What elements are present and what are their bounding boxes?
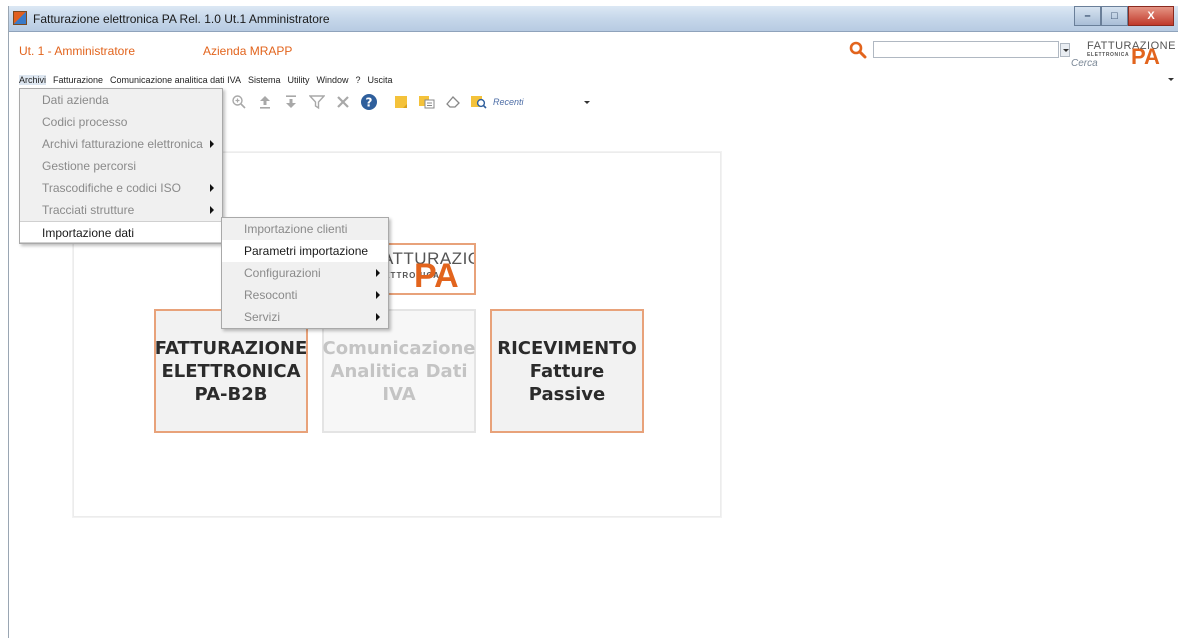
- notes-list-icon[interactable]: [417, 92, 437, 112]
- menu-uscita[interactable]: Uscita: [368, 75, 393, 85]
- submenu-arrow-icon: [376, 313, 380, 321]
- title-bar[interactable]: Fatturazione elettronica PA Rel. 1.0 Ut.…: [9, 6, 1178, 32]
- menu-item-servizi[interactable]: Servizi: [222, 306, 388, 328]
- menu-item-configurazioni[interactable]: Configurazioni: [222, 262, 388, 284]
- window-title: Fatturazione elettronica PA Rel. 1.0 Ut.…: [33, 12, 330, 26]
- menu-window[interactable]: Window: [316, 75, 348, 85]
- menu-item-codici-processo[interactable]: Codici processo: [20, 111, 222, 133]
- recent-chevron-down-icon[interactable]: [583, 100, 590, 104]
- zoom-in-icon[interactable]: [229, 92, 249, 112]
- menu-item-parametri-importazione[interactable]: Parametri importazione: [222, 240, 388, 262]
- importazione-submenu: Importazione clienti Parametri importazi…: [221, 217, 389, 329]
- app-icon: [13, 11, 27, 25]
- menu-sistema[interactable]: Sistema: [248, 75, 281, 85]
- menu-help[interactable]: ?: [355, 75, 360, 85]
- filter-icon[interactable]: [307, 92, 327, 112]
- user-label: Ut. 1 - Amministratore: [19, 44, 136, 58]
- note-icon[interactable]: [391, 92, 411, 112]
- move-top-icon[interactable]: [255, 92, 275, 112]
- menubar-chevron-down-icon[interactable]: [1168, 78, 1174, 81]
- archivi-menu: Dati azienda Codici processo Archivi fat…: [19, 88, 223, 244]
- maximize-button[interactable]: □: [1101, 6, 1128, 26]
- move-bottom-icon[interactable]: [281, 92, 301, 112]
- menu-bar: Archivi Fatturazione Comunicazione anali…: [9, 72, 1178, 88]
- menu-utility[interactable]: Utility: [287, 75, 309, 85]
- menu-item-trascodifiche[interactable]: Trascodifiche e codici ISO: [20, 177, 222, 199]
- submenu-arrow-icon: [210, 184, 214, 192]
- submenu-arrow-icon: [210, 206, 214, 214]
- brand-logo: FATTURAZIONE ELETTRONICA PA: [1087, 40, 1178, 72]
- help-icon[interactable]: ?: [359, 92, 379, 112]
- company-label: Azienda MRAPP: [203, 44, 293, 58]
- search-dropdown-button[interactable]: [1060, 43, 1070, 57]
- recent-label[interactable]: Recenti: [493, 97, 524, 107]
- center-logo-pa: PA: [414, 257, 459, 295]
- app-header: Ut. 1 - Amministratore Azienda MRAPP FAT…: [9, 32, 1178, 72]
- submenu-arrow-icon: [210, 140, 214, 148]
- eraser-icon[interactable]: [443, 92, 463, 112]
- menu-item-tracciati-strutture[interactable]: Tracciati strutture: [20, 199, 222, 221]
- close-button[interactable]: X: [1128, 6, 1174, 26]
- toolbar: ? Recenti: [229, 88, 590, 116]
- menu-item-gestione-percorsi[interactable]: Gestione percorsi: [20, 155, 222, 177]
- minimize-button[interactable]: –: [1074, 6, 1101, 26]
- application-window: Fatturazione elettronica PA Rel. 1.0 Ut.…: [8, 6, 1178, 638]
- clear-icon[interactable]: [333, 92, 353, 112]
- submenu-arrow-icon: [376, 269, 380, 277]
- search-icon[interactable]: [849, 41, 867, 59]
- menu-fatturazione[interactable]: Fatturazione: [53, 75, 103, 85]
- svg-text:?: ?: [366, 95, 373, 109]
- tile-ricevimento-fatture[interactable]: RICEVIMENTO Fatture Passive: [490, 309, 644, 433]
- menu-archivi[interactable]: Archivi: [19, 75, 47, 85]
- search-input[interactable]: [873, 41, 1059, 58]
- menu-item-archivi-fatturazione[interactable]: Archivi fatturazione elettronica: [20, 133, 222, 155]
- menu-comunicazione-analitica[interactable]: Comunicazione analitica dati IVA: [110, 75, 241, 85]
- menu-item-resoconti[interactable]: Resoconti: [222, 284, 388, 306]
- menu-item-dati-azienda[interactable]: Dati azienda: [20, 89, 222, 111]
- search-caption: Cerca: [1071, 58, 1098, 69]
- logo-pa: PA: [1131, 44, 1160, 69]
- menu-item-importazione-dati[interactable]: Importazione dati: [20, 221, 222, 243]
- search-note-icon[interactable]: [469, 92, 489, 112]
- submenu-arrow-icon: [376, 291, 380, 299]
- window-controls: – □ X: [1074, 6, 1174, 26]
- menu-item-importazione-clienti[interactable]: Importazione clienti: [222, 218, 388, 240]
